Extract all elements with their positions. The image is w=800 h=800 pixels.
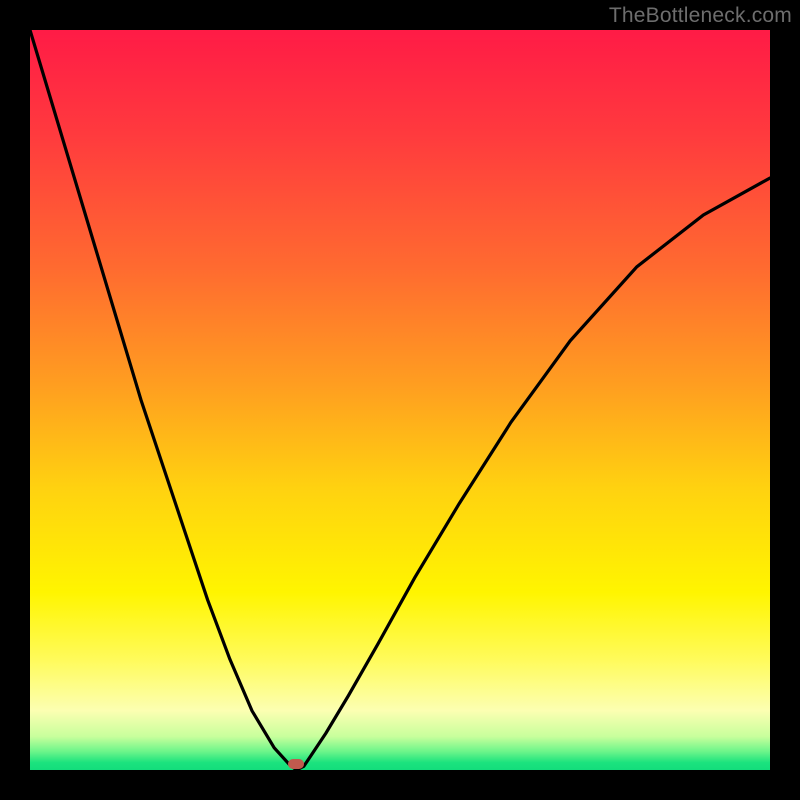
bottleneck-curve [30, 30, 770, 770]
optimal-point-marker [288, 759, 304, 769]
plot-area [30, 30, 770, 770]
watermark-text: TheBottleneck.com [609, 4, 792, 28]
chart-frame: TheBottleneck.com [0, 0, 800, 800]
